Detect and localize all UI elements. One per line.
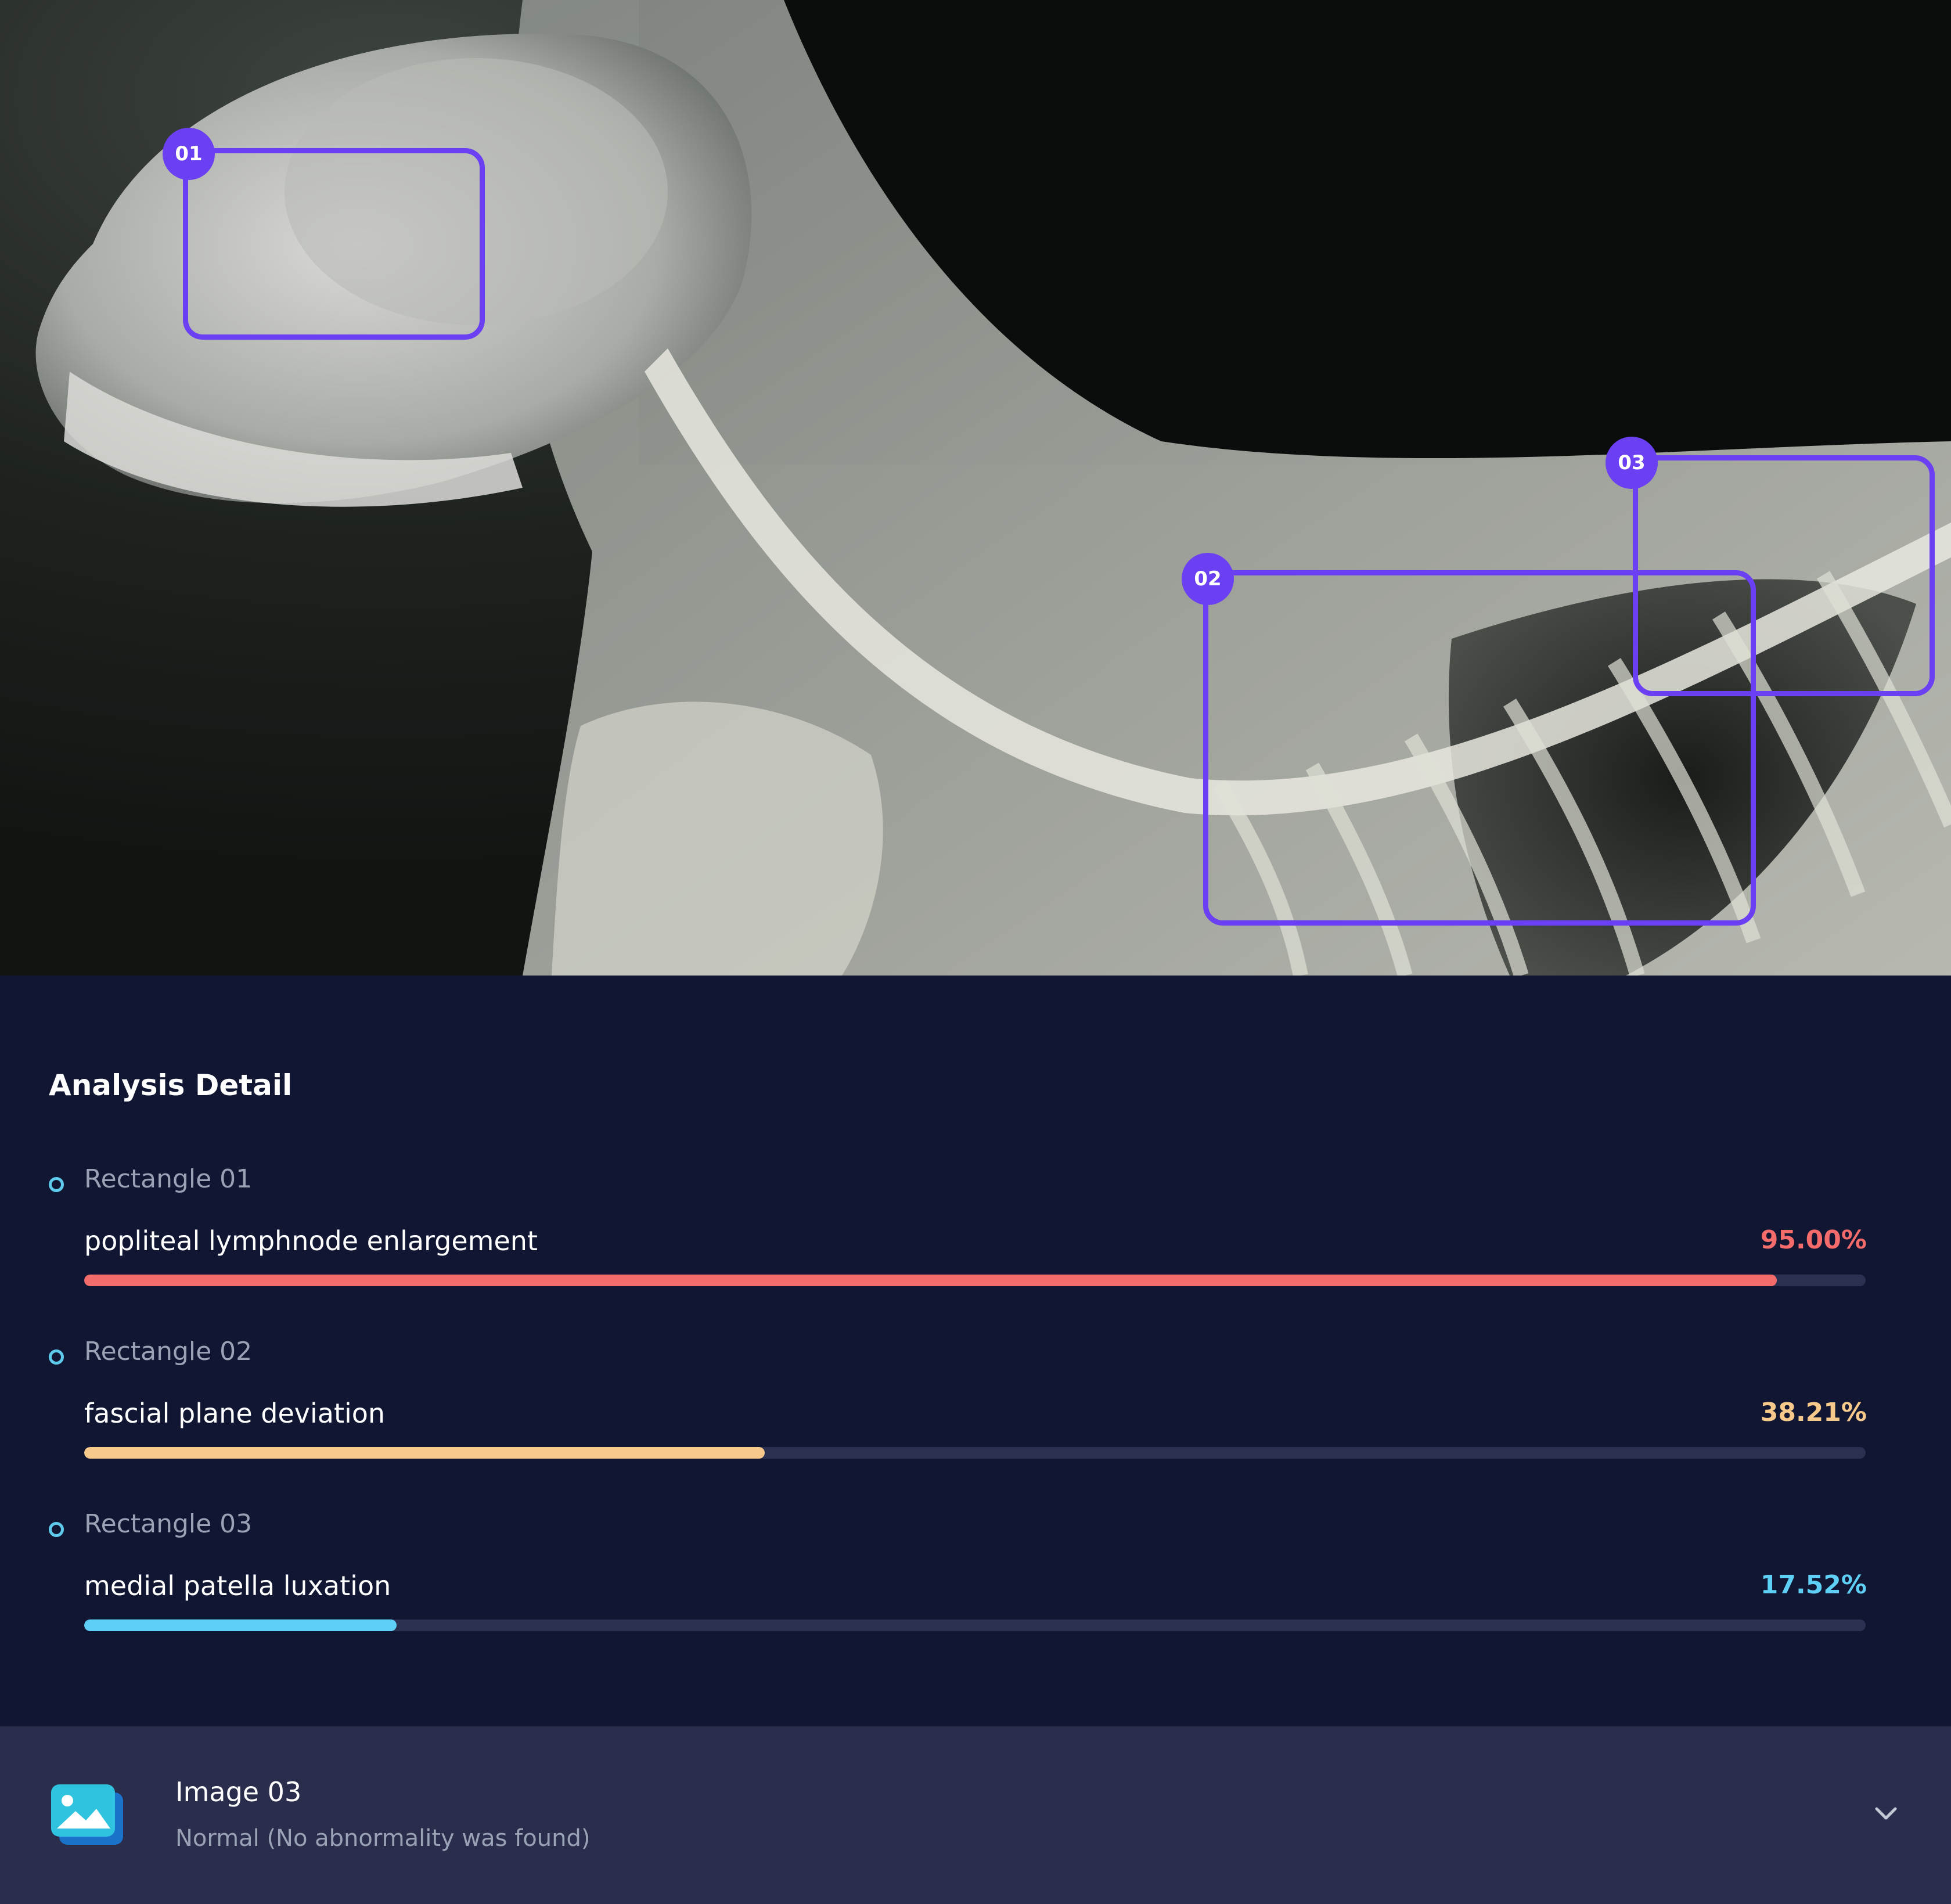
finding-name: fascial plane deviation	[84, 1398, 386, 1429]
roi-badge-03[interactable]: 03	[1606, 437, 1658, 489]
roi-rectangle-03[interactable]	[1633, 455, 1935, 696]
image-icon	[51, 1784, 123, 1845]
analysis-detail-title: Analysis Detail	[49, 1068, 293, 1102]
finding-percent: 95.00%	[1760, 1225, 1867, 1255]
finding-rectangle-label: Rectangle 03	[84, 1509, 253, 1539]
finding-progress-fill	[84, 1447, 765, 1459]
xray-image-viewer[interactable]: 01 02 03	[0, 0, 1951, 976]
bullet-icon	[49, 1177, 64, 1192]
finding-name: popliteal lymphnode enlargement	[84, 1225, 538, 1257]
finding-percent: 17.52%	[1760, 1570, 1867, 1600]
image-title: Image 03	[175, 1776, 302, 1808]
image-status: Normal (No abnormality was found)	[175, 1825, 591, 1852]
finding-percent: 38.21%	[1760, 1398, 1867, 1427]
bullet-icon	[49, 1522, 64, 1537]
finding-progress-track	[84, 1447, 1866, 1459]
roi-rectangle-01[interactable]	[183, 148, 485, 340]
finding-progress-fill	[84, 1275, 1777, 1286]
finding-item: Rectangle 02 fascial plane deviation 38.…	[0, 1337, 1951, 1499]
image-list-item[interactable]: Image 03 Normal (No abnormality was foun…	[0, 1726, 1951, 1904]
chevron-down-icon[interactable]	[1869, 1796, 1903, 1831]
finding-progress-track	[84, 1275, 1866, 1286]
roi-badge-01[interactable]: 01	[163, 128, 215, 180]
finding-item: Rectangle 01 popliteal lymphnode enlarge…	[0, 1164, 1951, 1327]
finding-progress-track	[84, 1619, 1866, 1631]
finding-progress-fill	[84, 1619, 397, 1631]
finding-rectangle-label: Rectangle 01	[84, 1164, 253, 1194]
bullet-icon	[49, 1349, 64, 1365]
finding-rectangle-label: Rectangle 02	[84, 1337, 253, 1366]
roi-badge-02[interactable]: 02	[1182, 553, 1234, 605]
finding-item: Rectangle 03 medial patella luxation 17.…	[0, 1509, 1951, 1672]
finding-name: medial patella luxation	[84, 1570, 391, 1601]
analysis-detail-panel: Analysis Detail Rectangle 01 popliteal l…	[0, 976, 1951, 1726]
